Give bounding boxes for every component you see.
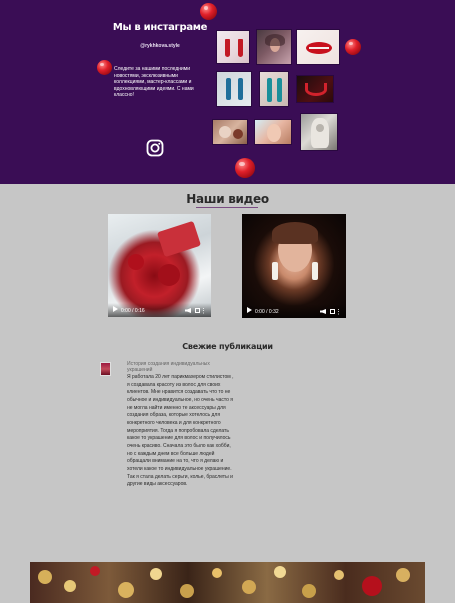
instagram-photo-blue-earrings[interactable] <box>216 71 252 107</box>
instagram-photo-tassel-earrings[interactable] <box>216 30 250 64</box>
instagram-photo-jewelry-set[interactable] <box>212 119 248 145</box>
video-time: 0:00 / 0:16 <box>121 308 145 314</box>
instagram-description: Следите за нашими последними новостями, … <box>114 66 194 98</box>
instagram-handle[interactable]: @rykhkova.style <box>112 43 208 49</box>
play-icon[interactable] <box>113 306 118 312</box>
video-player[interactable]: 0:00 / 0:32 ⋮ <box>242 214 346 318</box>
red-bead-decoration <box>97 60 112 75</box>
video-player[interactable]: 0:00 / 0:16 ⋮ <box>108 214 211 317</box>
instagram-photo-hair-accessory[interactable] <box>300 113 338 151</box>
red-bead-decoration <box>235 158 255 178</box>
videos-title: Наши видео <box>186 192 269 206</box>
sequins-banner-image <box>30 562 425 603</box>
instagram-photo-red-necklace[interactable] <box>296 75 334 103</box>
red-bead-decoration <box>345 39 361 55</box>
post-thumbnail[interactable] <box>100 362 111 376</box>
more-options-icon[interactable]: ⋮ <box>335 309 342 316</box>
video-time: 0:00 / 0:32 <box>255 309 279 315</box>
instagram-photo-portrait[interactable] <box>256 29 292 65</box>
instagram-photo-model[interactable] <box>254 119 292 145</box>
instagram-section: Мы в инстаграме @rykhkova.style Следите … <box>0 0 455 184</box>
posts-title: Свежие публикации <box>182 342 273 351</box>
post-body: Я работала 20 лет парикмахером стилистом… <box>127 374 234 488</box>
instagram-title: Мы в инстаграме <box>112 22 208 33</box>
red-bead-decoration <box>200 3 217 20</box>
play-icon[interactable] <box>247 307 252 313</box>
post-heading-link[interactable]: История создания индивидуальных украшени… <box>127 361 227 374</box>
videos-title-underline <box>196 207 258 208</box>
instagram-photo-lips[interactable] <box>296 29 340 65</box>
instagram-icon[interactable] <box>146 139 164 157</box>
more-options-icon[interactable]: ⋮ <box>200 308 207 315</box>
instagram-photo-teal-tassels[interactable] <box>259 71 289 107</box>
